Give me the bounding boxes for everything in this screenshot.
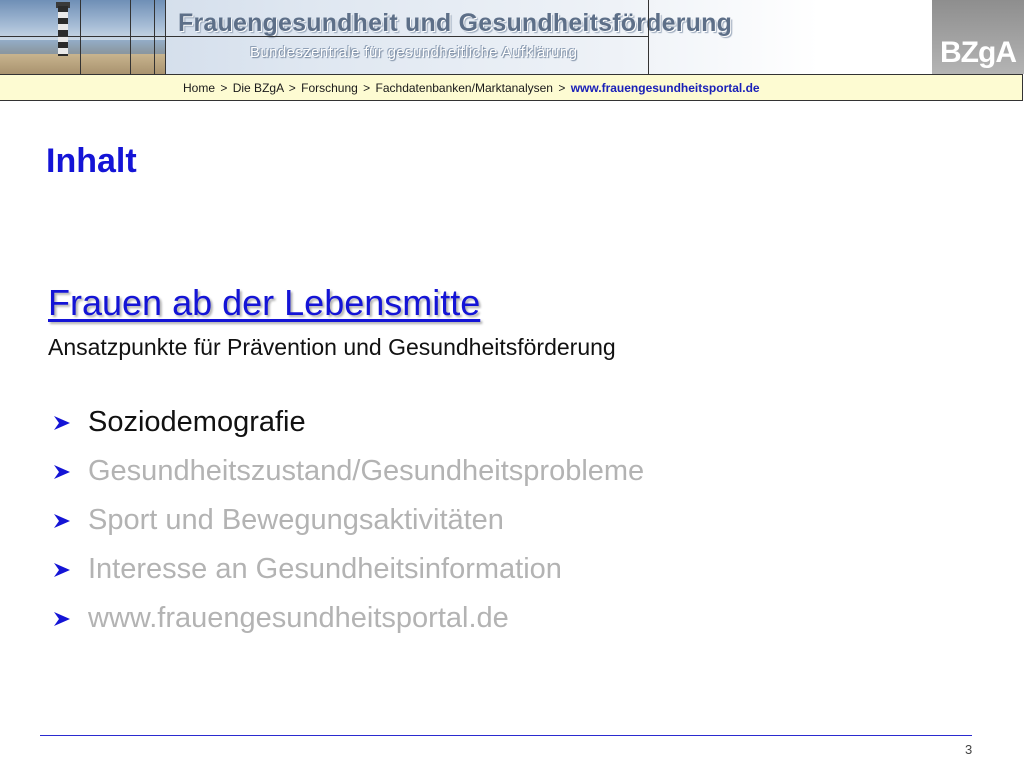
arrow-bullet-icon (54, 415, 70, 430)
breadcrumb-separator: > (363, 81, 371, 95)
banner-divider (648, 0, 649, 74)
contents-list: Soziodemografie Gesundheitszustand/Gesun… (52, 398, 644, 643)
breadcrumb-item-forschung[interactable]: Forschung (301, 81, 358, 95)
breadcrumb-separator: > (288, 81, 296, 95)
banner-subtitle: Bundeszentrale für gesundheitliche Aufkl… (250, 44, 578, 61)
topic-title-link[interactable]: Frauen ab der Lebensmitte (48, 282, 480, 324)
arrow-bullet-icon (54, 611, 70, 626)
list-item-label: Soziodemografie (88, 406, 306, 438)
page-heading: Inhalt (46, 142, 137, 180)
lighthouse-photo (0, 0, 165, 74)
topic-subtitle: Ansatzpunkte für Prävention und Gesundhe… (48, 334, 616, 360)
breadcrumb: Home > Die BZgA > Forschung > Fachdatenb… (0, 74, 1023, 101)
list-item-label: Interesse an Gesundheitsinformation (88, 553, 562, 585)
list-item[interactable]: Interesse an Gesundheitsinformation (52, 545, 644, 594)
breadcrumb-separator: > (220, 81, 228, 95)
banner-divider (0, 36, 648, 37)
breadcrumb-item-home[interactable]: Home (183, 81, 215, 95)
list-item[interactable]: Soziodemografie (52, 398, 644, 447)
list-item-label: www.frauengesundheitsportal.de (88, 602, 509, 634)
breadcrumb-current-url[interactable]: www.frauengesundheitsportal.de (571, 81, 760, 95)
logo-text: BZgA (940, 36, 1017, 69)
footer-divider (40, 735, 972, 736)
breadcrumb-item-fachdatenbanken[interactable]: Fachdatenbanken/Marktanalysen (376, 81, 553, 95)
list-item-label: Sport und Bewegungsaktivitäten (88, 504, 504, 536)
breadcrumb-item-bzga[interactable]: Die BZgA (233, 81, 284, 95)
list-item[interactable]: www.frauengesundheitsportal.de (52, 594, 644, 643)
arrow-bullet-icon (54, 464, 70, 479)
page-number: 3 (965, 742, 973, 757)
list-item[interactable]: Gesundheitszustand/Gesundheitsprobleme (52, 447, 644, 496)
breadcrumb-separator: > (558, 81, 566, 95)
arrow-bullet-icon (54, 562, 70, 577)
bzga-logo[interactable]: BZgA (932, 0, 1024, 74)
list-item-label: Gesundheitszustand/Gesundheitsprobleme (88, 455, 645, 487)
list-item[interactable]: Sport und Bewegungsaktivitäten (52, 496, 644, 545)
breadcrumb-trail: Home > Die BZgA > Forschung > Fachdatenb… (183, 81, 760, 95)
arrow-bullet-icon (54, 513, 70, 528)
